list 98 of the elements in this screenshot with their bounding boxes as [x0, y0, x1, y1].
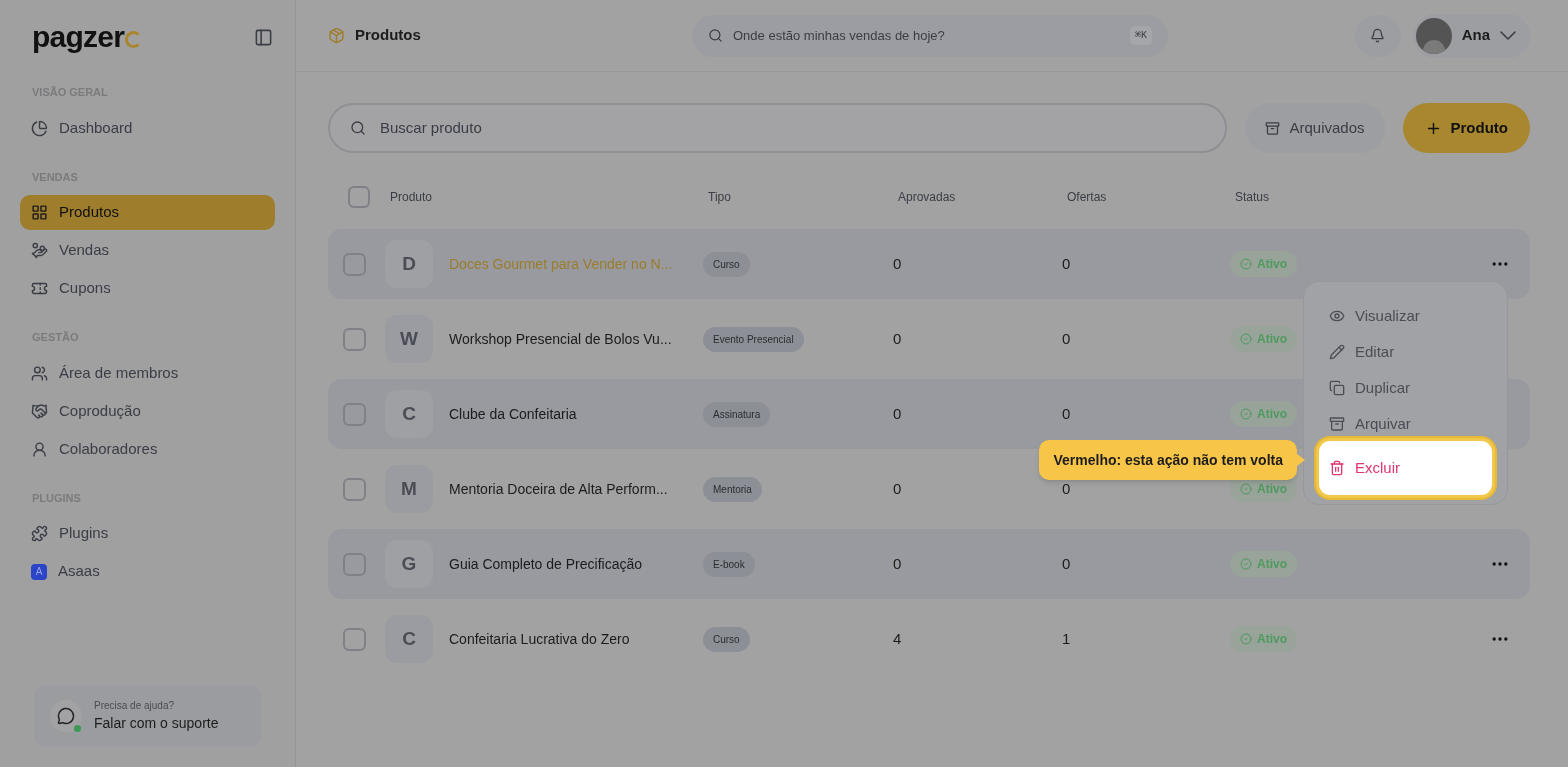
menu-item[interactable]: Visualizar: [1319, 298, 1492, 334]
product-name[interactable]: Clube da Confeitaria: [449, 403, 577, 425]
eye-icon: [1329, 308, 1345, 324]
approved-count: 0: [893, 403, 903, 424]
column-header: Aprovadas: [898, 189, 957, 206]
column-header: Ofertas: [1067, 189, 1108, 206]
chevron-down-icon: [1500, 31, 1516, 40]
offers-count: 0: [1062, 328, 1072, 349]
offers-count: 0: [1062, 553, 1072, 574]
puzzle-icon: [31, 525, 48, 542]
status-badge: Ativo: [1230, 551, 1297, 577]
bell-icon: [1370, 28, 1386, 43]
global-search-field[interactable]: Onde estão minhas vendas de hoje? ⌘K: [692, 14, 1168, 57]
nav-item[interactable]: Colaboradores: [20, 431, 275, 467]
handshake-icon: [31, 402, 48, 420]
pencil-icon: [1329, 344, 1345, 360]
type-tag: E-book: [703, 552, 755, 577]
nav-item[interactable]: Produtos: [20, 195, 275, 230]
row-checkbox[interactable]: [343, 627, 366, 651]
check-circle-icon: [1240, 408, 1252, 420]
support-card[interactable]: Precisa de ajuda? Falar com o suporte: [34, 685, 261, 747]
product-name[interactable]: Workshop Presencial de Bolos Vu...: [449, 328, 672, 350]
product-initial: C: [385, 390, 433, 438]
product-initial: C: [385, 615, 433, 663]
status-badge: Ativo: [1230, 401, 1297, 427]
offers-count: 0: [1062, 478, 1072, 499]
status-badge: Ativo: [1230, 326, 1297, 352]
avatar-icon: [1415, 17, 1452, 54]
row-checkbox[interactable]: [343, 402, 366, 426]
nav-item[interactable]: Plugins: [20, 516, 275, 551]
type-tag: Assinatura: [703, 402, 771, 427]
add-product-button[interactable]: Produto: [1402, 103, 1530, 153]
offers-count: 0: [1062, 253, 1072, 274]
offers-count: 0: [1062, 403, 1072, 424]
search-icon: [350, 120, 366, 136]
check-circle-icon: [1240, 258, 1252, 270]
row-checkbox[interactable]: [343, 552, 366, 576]
type-tag: Evento Presencial: [703, 327, 804, 352]
menu-item[interactable]: Duplicar: [1319, 370, 1492, 406]
type-tag: Mentoria: [703, 477, 762, 502]
approved-count: 0: [893, 478, 903, 499]
asaas-badge: A: [31, 563, 47, 580]
row-checkbox[interactable]: [343, 252, 366, 276]
product-initial: G: [385, 540, 433, 588]
archived-button[interactable]: Arquivados: [1245, 103, 1385, 153]
support-label: Falar com o suporte: [94, 714, 219, 733]
person-icon: [31, 440, 48, 458]
type-tag: Curso: [703, 252, 750, 277]
notifications-button[interactable]: [1354, 14, 1401, 57]
check-circle-icon: [1240, 483, 1252, 495]
column-header: Tipo: [708, 189, 732, 206]
offers-count: 1: [1062, 628, 1072, 649]
nav-item[interactable]: Área de membros: [20, 355, 275, 391]
ticket-icon: [31, 280, 48, 297]
menu-item[interactable]: Editar: [1319, 334, 1492, 370]
nav-item[interactable]: A Asaas: [20, 554, 275, 589]
approved-count: 0: [893, 253, 903, 274]
shortcut-key: ⌘K: [1129, 26, 1152, 45]
approved-count: 4: [893, 628, 903, 649]
row-checkbox[interactable]: [343, 327, 366, 351]
sidebar-toggle-icon[interactable]: [254, 27, 273, 47]
column-header: Status: [1235, 189, 1271, 206]
status-badge: Ativo: [1230, 251, 1297, 277]
trash-icon: [1329, 460, 1345, 476]
product-initial: D: [385, 240, 433, 288]
nav-item[interactable]: Vendas: [20, 233, 275, 268]
product-name[interactable]: Guia Completo de Precificação: [449, 553, 642, 575]
product-name[interactable]: Confeitaria Lucrativa do Zero: [449, 628, 630, 650]
column-header: Produto: [390, 189, 434, 206]
product-search-field[interactable]: Buscar produto: [328, 103, 1228, 153]
pie-chart-icon: [31, 119, 48, 137]
archive-icon: [1265, 120, 1281, 136]
approved-count: 0: [893, 553, 903, 574]
logo: pagzer: [32, 22, 143, 52]
nav-item[interactable]: Coprodução: [20, 393, 275, 429]
product-name[interactable]: Mentoria Doceira de Alta Perform...: [449, 478, 668, 500]
product-initial: M: [385, 465, 433, 513]
menu-item[interactable]: Excluir: [1316, 438, 1495, 498]
archive-icon: [1329, 416, 1345, 432]
select-all-checkbox[interactable]: [348, 186, 370, 208]
support-hint: Precisa de ajuda?: [94, 699, 176, 713]
row-checkbox[interactable]: [343, 477, 366, 501]
coin-hand-icon: [31, 242, 48, 259]
copy-icon: [1329, 380, 1345, 396]
page-title: Produtos: [355, 25, 421, 46]
users-icon: [31, 364, 48, 382]
approved-count: 0: [893, 328, 903, 349]
check-circle-icon: [1240, 633, 1252, 645]
nav-item[interactable]: Cupons: [20, 271, 275, 306]
nav-item[interactable]: Dashboard: [20, 110, 275, 146]
hint-tooltip: Vermelho: esta ação não tem volta: [1039, 440, 1305, 480]
check-circle-icon: [1240, 333, 1252, 345]
status-badge: Ativo: [1230, 626, 1297, 652]
type-tag: Curso: [703, 627, 750, 652]
search-icon: [708, 28, 723, 43]
product-initial: W: [385, 315, 433, 363]
user-menu-button[interactable]: Ana: [1412, 13, 1530, 58]
check-circle-icon: [1240, 558, 1252, 570]
